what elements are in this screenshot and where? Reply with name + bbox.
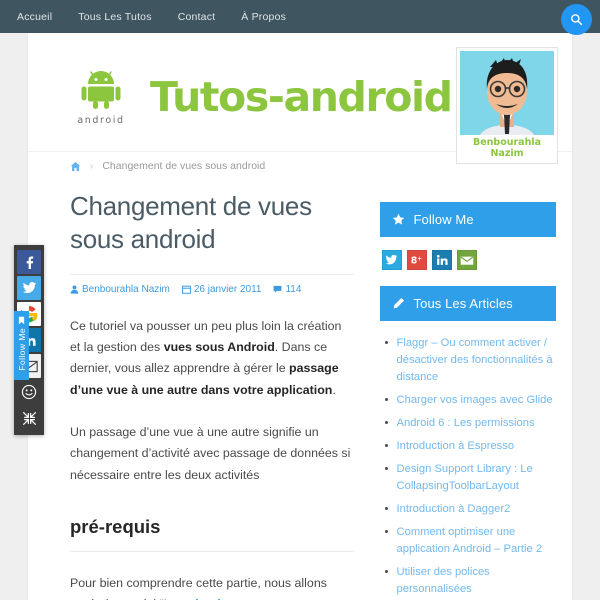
twitter-icon [385, 254, 398, 265]
share-collapse[interactable] [17, 406, 41, 430]
widget-title-follow-me: Follow Me [413, 212, 474, 227]
android-robot-icon [81, 71, 121, 109]
follow-googleplus[interactable]: 8 + [406, 250, 427, 270]
comment-icon [274, 285, 282, 293]
list-item[interactable]: Flaggr – Ou comment activer / désactiver… [384, 335, 556, 386]
nav-tous-les-tutos[interactable]: Tous Les Tutos [78, 11, 151, 23]
meta-author-label: Benbourahla Nazim [82, 283, 170, 295]
section-heading-pre-requis: pré-requis [70, 515, 161, 537]
widget-header-follow-me: Follow Me [379, 202, 556, 237]
nav-accueil[interactable]: Accueil [17, 11, 52, 23]
title-divider [70, 273, 354, 275]
meta-comments[interactable]: 114 [273, 284, 301, 295]
site-logo[interactable]: android Tutos-android [70, 68, 453, 126]
top-navigation-bar: Accueil Tous Les Tutos Contact À Propos [0, 0, 600, 35]
smiley-circle-icon [21, 384, 37, 400]
star-icon [392, 213, 404, 225]
article-column: Changement de vues sous android Benboura… [44, 180, 354, 600]
article-paragraph-1: Ce tutoriel va pousser un peu plus loin … [70, 316, 354, 401]
section-divider [70, 550, 354, 552]
site-header: android Tutos-android Benbourahla Nazim [28, 33, 572, 164]
avatar [460, 51, 554, 135]
list-item[interactable]: Utiliser des polices personnalisées [384, 564, 556, 598]
twitter-icon [22, 282, 36, 294]
google-plus-icon: 8 + [411, 256, 423, 266]
article-paragraph-3: Pour bien comprendre cette partie, nous … [70, 573, 354, 600]
p1-text-e: . [332, 382, 336, 397]
breadcrumb-separator: › [90, 160, 94, 172]
follow-email[interactable] [456, 250, 477, 270]
nav-a-propos[interactable]: À Propos [241, 11, 286, 23]
breadcrumb-current: Changement de vues sous android [102, 160, 266, 172]
calendar-icon [181, 285, 191, 294]
post-meta: Benbourahla Nazim 26 janvier 2011 114 [70, 284, 354, 295]
linkedin-icon [436, 254, 448, 265]
home-icon[interactable] [70, 161, 81, 172]
nav-contact[interactable]: Contact [178, 11, 216, 23]
facebook-icon [26, 256, 34, 269]
widget-title-tous-les-articles: Tous Les Articles [413, 296, 513, 311]
svg-text:8: 8 [411, 256, 418, 266]
share-more[interactable] [17, 380, 41, 404]
follow-me-tab-label: Follow Me [16, 328, 27, 371]
meta-date-label: 26 janvier 2011 [193, 283, 262, 295]
page-container: android Tutos-android Benbourahla Nazim … [14, 33, 572, 600]
article-paragraph-2: Un passage d’une vue à une autre signifi… [70, 424, 351, 482]
share-twitter[interactable] [17, 276, 41, 300]
main-grid: Changement de vues sous android Benboura… [28, 180, 572, 600]
sidebar-column: Follow Me 8 + Tous Les Articles Flaggr –… [379, 180, 556, 600]
author-card-name: Benbourahla Nazim [472, 137, 542, 159]
pencil-icon [393, 297, 404, 309]
widget-header-tous-les-articles: Tous Les Articles [379, 286, 556, 321]
article-list: Flaggr – Ou comment activer / désactiver… [380, 335, 556, 600]
page-background: android Tutos-android Benbourahla Nazim … [0, 33, 600, 600]
follow-me-buttons: 8 + [380, 237, 556, 286]
meta-author[interactable]: Benbourahla Nazim [70, 284, 170, 295]
list-item[interactable]: Introduction à Dagger2 [384, 501, 556, 518]
meta-comments-count: 114 [285, 283, 302, 295]
share-facebook[interactable] [17, 250, 41, 274]
author-card[interactable]: Benbourahla Nazim [456, 47, 558, 164]
android-robot-logo: android [70, 68, 132, 126]
search-button[interactable] [561, 4, 592, 35]
p1-bold-b: vues sous Android [163, 339, 275, 354]
follow-linkedin[interactable] [431, 250, 452, 270]
list-item[interactable]: Design Support Library : Le CollapsingTo… [384, 461, 556, 495]
envelope-icon [460, 256, 473, 265]
meta-date[interactable]: 26 janvier 2011 [181, 283, 262, 295]
search-icon [571, 14, 583, 26]
list-item[interactable]: Comment optimiser une application Androi… [384, 524, 556, 558]
android-wordmark: android [77, 115, 125, 126]
page-title: Changement de vues sous android [70, 191, 312, 255]
list-item[interactable]: Introduction à Espresso [384, 438, 556, 455]
person-icon [70, 284, 79, 294]
svg-text:+: + [417, 257, 422, 263]
bookmark-icon [18, 316, 25, 325]
collapse-arrows-icon [22, 411, 36, 425]
follow-twitter[interactable] [381, 250, 402, 270]
list-item[interactable]: Charger vos images avec Glide [384, 392, 556, 409]
list-item[interactable]: Android 6 : Les permissions [384, 415, 556, 432]
follow-me-tab[interactable]: Follow Me [14, 311, 29, 380]
site-logo-text: Tutos-android [150, 73, 453, 121]
